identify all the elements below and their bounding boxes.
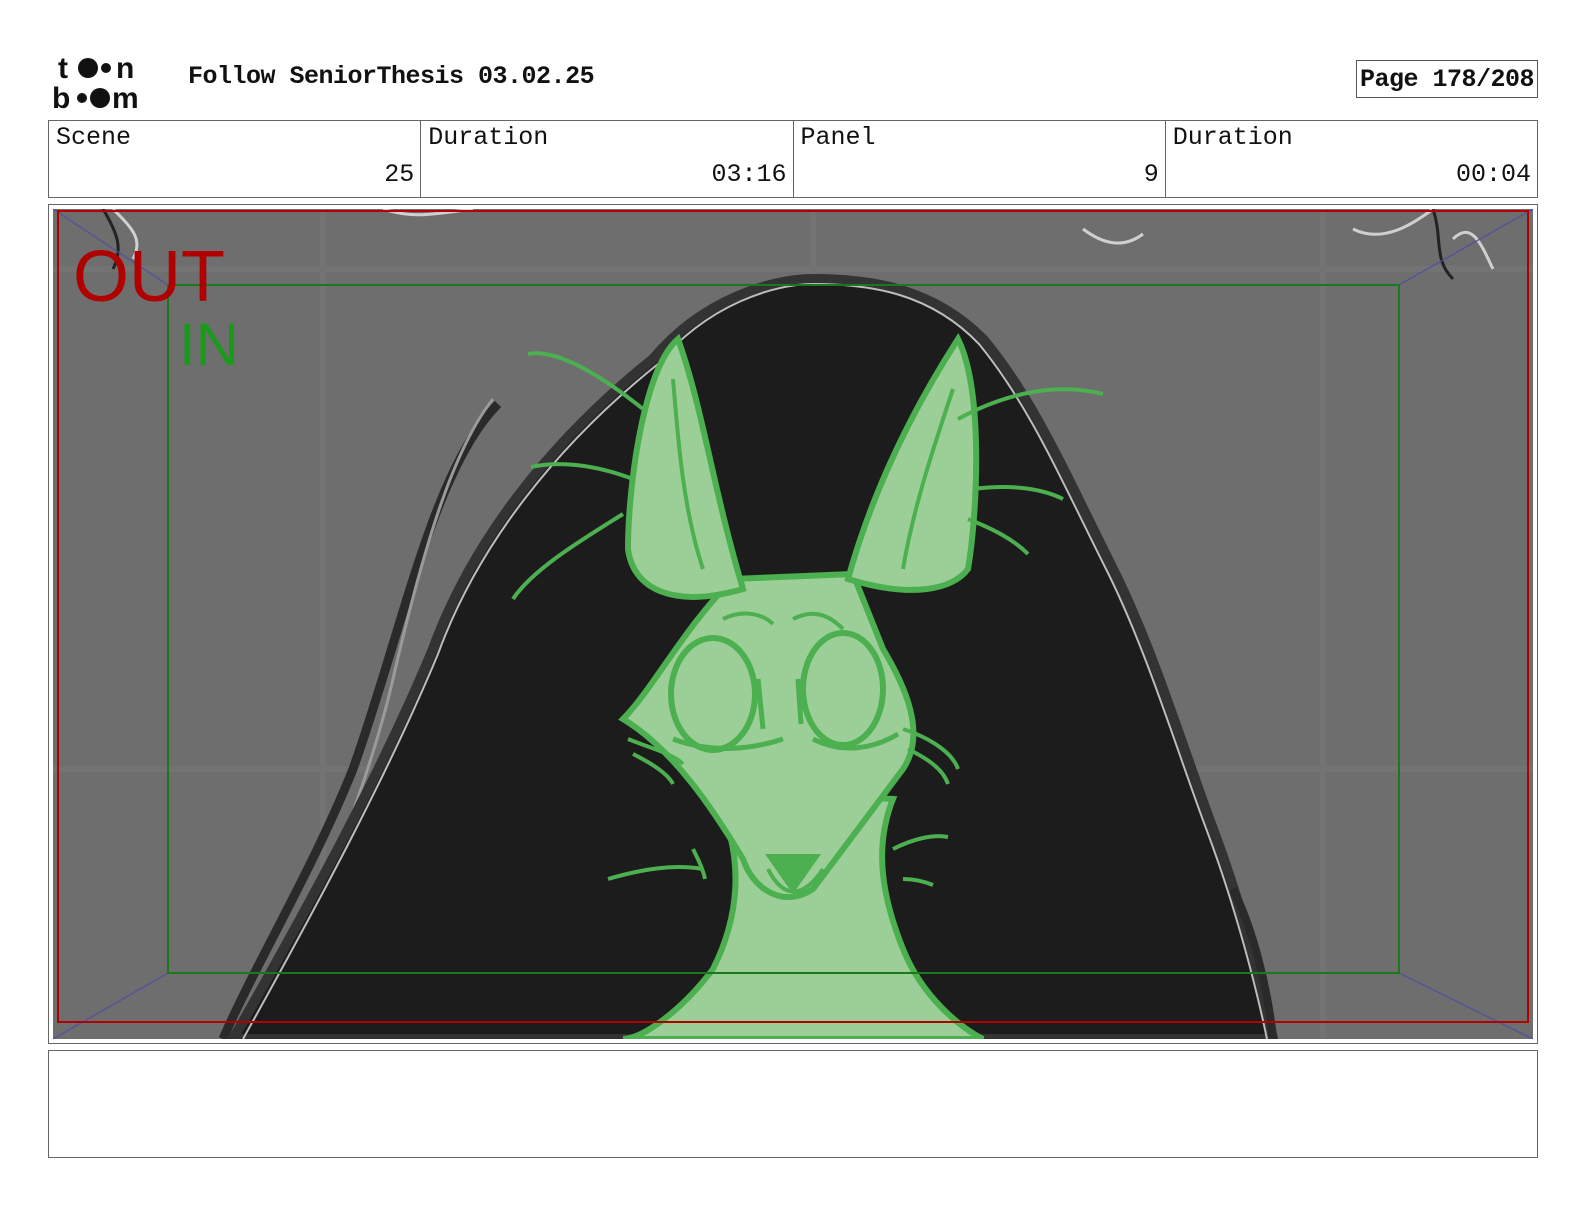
scene-duration-cell: Duration 03:16 (421, 121, 794, 197)
scene-duration-value: 03:16 (711, 160, 787, 189)
panel-duration-cell: Duration 00:04 (1166, 121, 1537, 197)
panel-caption-box (48, 1050, 1538, 1158)
storyboard-panel-image: OUT IN (53, 209, 1533, 1039)
project-title: Follow SeniorThesis 03.02.25 (188, 62, 595, 91)
panel-info-row: Scene 25 Duration 03:16 Panel 9 Duration… (48, 120, 1538, 198)
panel-label: Panel (800, 123, 876, 152)
scene-value: 25 (384, 160, 415, 189)
svg-text:b: b (52, 82, 70, 112)
panel-duration-value: 00:04 (1455, 160, 1531, 189)
out-frame-label: OUT (73, 237, 225, 317)
svg-text:n: n (116, 52, 134, 85)
panel-duration-label: Duration (1172, 123, 1293, 152)
svg-text:m: m (112, 82, 139, 112)
toon-boom-logo: t n b m (52, 52, 139, 112)
panel-cell: Panel 9 (794, 121, 1166, 197)
page-number: Page 178/208 (1356, 60, 1538, 98)
svg-text:t: t (58, 52, 68, 85)
in-frame-label: IN (179, 311, 239, 378)
panel-value: 9 (1143, 160, 1159, 189)
scene-cell: Scene 25 (49, 121, 422, 197)
scene-duration-label: Duration (428, 123, 549, 152)
scene-label: Scene (56, 123, 132, 152)
